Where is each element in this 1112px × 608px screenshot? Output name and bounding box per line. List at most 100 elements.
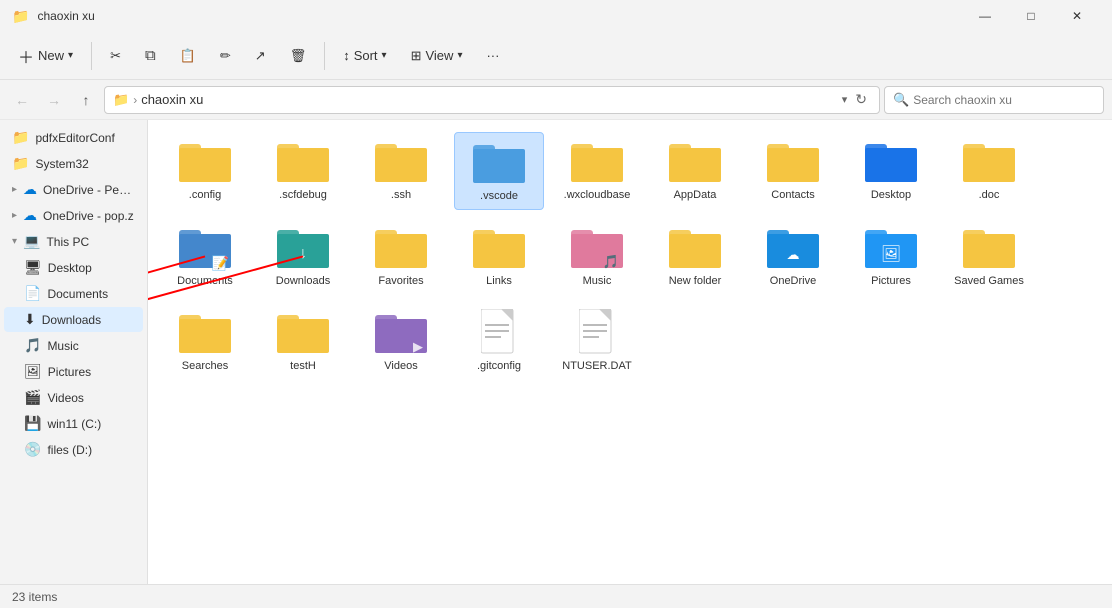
sidebar-item-filesd[interactable]: 💿 files (D:) bbox=[4, 437, 143, 462]
file-icon-scfdebug bbox=[277, 138, 329, 186]
file-item-favorites[interactable]: Favorites bbox=[356, 218, 446, 294]
sidebar-item-onedrive2[interactable]: ▸ ☁ OneDrive - pop.z bbox=[4, 203, 143, 228]
sidebar-label-filesd: files (D:) bbox=[47, 443, 92, 457]
sidebar-item-downloads[interactable]: ⬇Downloads bbox=[4, 307, 143, 332]
sort-button[interactable]: ↕ Sort ▾ bbox=[333, 42, 396, 69]
file-label-testh: testH bbox=[290, 359, 316, 373]
sidebar-item-thispc[interactable]: ▾💻This PC bbox=[4, 229, 143, 254]
sidebar-label-onedrive2: OneDrive - pop.z bbox=[43, 209, 134, 223]
more-button[interactable]: ··· bbox=[476, 42, 509, 69]
file-icon-downloads2: ↓ bbox=[277, 224, 329, 272]
back-button[interactable]: ← bbox=[8, 86, 36, 114]
refresh-button[interactable]: ↻ bbox=[851, 91, 871, 108]
view-label: View bbox=[425, 48, 453, 63]
view-button[interactable]: ⊞ View ▾ bbox=[401, 42, 473, 70]
cut-button[interactable]: ✂ bbox=[100, 42, 131, 70]
file-item-downloads2[interactable]: ↓ Downloads bbox=[258, 218, 348, 294]
file-item-config[interactable]: .config bbox=[160, 132, 250, 210]
sidebar-label-downloads: Downloads bbox=[42, 313, 101, 327]
file-area[interactable]: .config .scfdebug .ssh .vscode .wxcloudb… bbox=[148, 120, 1112, 584]
new-icon: ＋ bbox=[18, 44, 34, 68]
file-icon-documents2: 📝 bbox=[179, 224, 231, 272]
app-title: chaoxin xu bbox=[37, 9, 954, 23]
address-box[interactable]: 📁 › chaoxin xu ▾ ↻ bbox=[104, 86, 880, 114]
file-item-music2[interactable]: 🎵Music bbox=[552, 218, 642, 294]
search-input[interactable] bbox=[913, 93, 1095, 107]
file-icon-searches bbox=[179, 309, 231, 357]
file-icon-testh bbox=[277, 309, 329, 357]
file-label-newfolder: New folder bbox=[669, 274, 722, 288]
files-grid: .config .scfdebug .ssh .vscode .wxcloudb… bbox=[160, 132, 1100, 379]
sidebar-item-music[interactable]: 🎵Music bbox=[4, 333, 143, 358]
search-box[interactable]: 🔍 bbox=[884, 86, 1104, 114]
file-item-appdata[interactable]: AppData bbox=[650, 132, 740, 210]
file-label-savedgames: Saved Games bbox=[954, 274, 1024, 288]
sidebar-item-documents[interactable]: 📄Documents bbox=[4, 281, 143, 306]
maximize-button[interactable]: □ bbox=[1008, 0, 1054, 32]
file-item-testh[interactable]: testH bbox=[258, 303, 348, 379]
minimize-button[interactable]: — bbox=[962, 0, 1008, 32]
file-item-ntuserdat[interactable]: NTUSER.DAT bbox=[552, 303, 642, 379]
file-item-pictures2[interactable]: 🖼 Pictures bbox=[846, 218, 936, 294]
file-item-savedgames[interactable]: Saved Games bbox=[944, 218, 1034, 294]
expand-icon-onedrive1: ▸ bbox=[12, 184, 17, 195]
sidebar-item-videos[interactable]: 🎬Videos bbox=[4, 385, 143, 410]
share-button[interactable]: ↗ bbox=[245, 42, 276, 70]
close-button[interactable]: ✕ bbox=[1054, 0, 1100, 32]
paste-button[interactable]: 📋 bbox=[170, 42, 206, 70]
sidebar-item-system32[interactable]: 📁System32 bbox=[4, 151, 143, 176]
file-label-contacts: Contacts bbox=[771, 188, 814, 202]
copy-button[interactable]: ⧉ bbox=[135, 41, 166, 70]
title-bar: 📁 chaoxin xu — □ ✕ bbox=[0, 0, 1112, 32]
sidebar-item-desktop[interactable]: 🖥Desktop bbox=[4, 255, 143, 280]
file-icon-savedgames bbox=[963, 224, 1015, 272]
file-item-vscode[interactable]: .vscode bbox=[454, 132, 544, 210]
sidebar-icon-pdfedit: 📁 bbox=[12, 129, 29, 146]
svg-text:☁: ☁ bbox=[787, 247, 800, 262]
file-item-doc2[interactable]: .doc bbox=[944, 132, 1034, 210]
file-item-ssh[interactable]: .ssh bbox=[356, 132, 446, 210]
paste-icon: 📋 bbox=[180, 48, 196, 64]
view-icon: ⊞ bbox=[411, 48, 422, 64]
file-icon-gitconfig bbox=[473, 309, 525, 357]
file-icon-doc2 bbox=[963, 138, 1015, 186]
more-icon: ··· bbox=[486, 48, 499, 63]
file-item-desktop2[interactable]: Desktop bbox=[846, 132, 936, 210]
file-icon-desktop2 bbox=[865, 138, 917, 186]
expand-icon-onedrive2: ▸ bbox=[12, 210, 17, 221]
sidebar-item-pdfedit[interactable]: 📁 pdfxEditorConf bbox=[4, 125, 143, 150]
file-icon-newfolder bbox=[669, 224, 721, 272]
new-button[interactable]: ＋ New ▾ bbox=[8, 38, 83, 74]
file-icon-links bbox=[473, 224, 525, 272]
sidebar-item-onedrive1[interactable]: ▸☁OneDrive - Perso bbox=[4, 177, 143, 202]
file-item-links[interactable]: Links bbox=[454, 218, 544, 294]
delete-button[interactable]: 🗑 bbox=[280, 42, 317, 70]
sidebar-icon-onedrive2: ☁ bbox=[23, 207, 37, 224]
up-button[interactable]: ↑ bbox=[72, 86, 100, 114]
rename-button[interactable]: ✏ bbox=[210, 42, 241, 70]
sidebar-item-pictures[interactable]: 🖼Pictures bbox=[4, 359, 143, 384]
file-item-gitconfig[interactable]: .gitconfig bbox=[454, 303, 544, 379]
sidebar-icon-videos: 🎬 bbox=[24, 389, 41, 406]
expand-icon-thispc: ▾ bbox=[12, 236, 17, 247]
sidebar-label-pdfedit: pdfxEditorConf bbox=[35, 131, 114, 145]
file-label-music2: Music bbox=[583, 274, 612, 288]
sidebar-label-winc: win11 (C:) bbox=[47, 417, 101, 431]
sidebar-label-desktop: Desktop bbox=[48, 261, 92, 275]
file-item-onedrive3[interactable]: ☁ OneDrive bbox=[748, 218, 838, 294]
file-item-scfdebug[interactable]: .scfdebug bbox=[258, 132, 348, 210]
forward-button[interactable]: → bbox=[40, 86, 68, 114]
sidebar-item-winc[interactable]: 💾win11 (C:) bbox=[4, 411, 143, 436]
file-item-documents2[interactable]: 📝 Documents bbox=[160, 218, 250, 294]
delete-icon: 🗑 bbox=[290, 48, 307, 64]
sidebar-label-onedrive1: OneDrive - Perso bbox=[43, 183, 135, 197]
file-item-searches[interactable]: Searches bbox=[160, 303, 250, 379]
file-item-wxcloudbase[interactable]: .wxcloudbase bbox=[552, 132, 642, 210]
file-label-documents2: Documents bbox=[177, 274, 233, 288]
file-label-gitconfig: .gitconfig bbox=[477, 359, 521, 373]
file-item-newfolder[interactable]: New folder bbox=[650, 218, 740, 294]
file-item-contacts[interactable]: Contacts bbox=[748, 132, 838, 210]
sidebar-icon-system32: 📁 bbox=[12, 155, 29, 172]
sidebar-icon-filesd: 💿 bbox=[24, 441, 41, 458]
file-item-videos2[interactable]: ▶Videos bbox=[356, 303, 446, 379]
